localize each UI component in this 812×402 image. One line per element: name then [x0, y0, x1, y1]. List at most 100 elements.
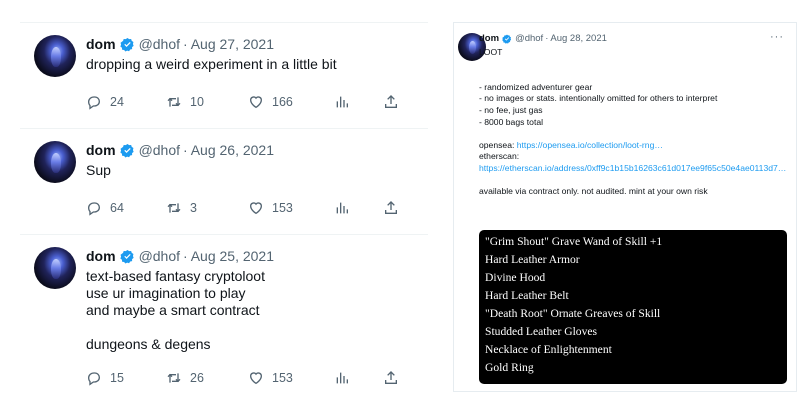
- loot-item: Necklace of Enlightenment: [485, 343, 612, 356]
- share-icon: [385, 95, 397, 108]
- action-bar: 24 10 166: [86, 93, 416, 111]
- reply-button[interactable]: 64: [86, 199, 124, 217]
- availability-text: available via contract only. not audited…: [479, 186, 708, 197]
- action-bar: 64 3 153: [86, 199, 416, 217]
- avatar[interactable]: [34, 141, 76, 183]
- bullet-line: - no images or stats. intentionally omit…: [479, 93, 718, 104]
- reply-icon: [87, 372, 101, 386]
- retweet-button[interactable]: 3: [166, 199, 197, 217]
- tweet-text: Sup: [86, 162, 111, 179]
- handle[interactable]: @dhof: [139, 142, 180, 158]
- like-count: 153: [272, 201, 293, 215]
- share-button[interactable]: [383, 199, 399, 217]
- heart-icon: [249, 96, 263, 109]
- tweet-line: dungeons & degens: [86, 336, 211, 352]
- etherscan-link[interactable]: https://etherscan.io/address/0xff9c1b15b…: [479, 163, 789, 175]
- tweet-line: text-based fantasy cryptoloot: [86, 268, 265, 284]
- tweet-date[interactable]: Aug 28, 2021: [550, 33, 607, 44]
- loot-item: Studded Leather Gloves: [485, 325, 598, 338]
- tweet-date[interactable]: Aug 26, 2021: [191, 142, 274, 158]
- reply-button[interactable]: 24: [86, 93, 124, 111]
- tweet-header: dom @dhof · Aug 25, 2021: [86, 248, 274, 264]
- views-button[interactable]: [334, 369, 350, 387]
- share-icon: [385, 201, 397, 214]
- loot-item: "Death Root" Ornate Greaves of Skill: [485, 307, 661, 320]
- verified-badge-icon: [119, 37, 134, 51]
- loot-item: Hard Leather Armor: [485, 253, 580, 266]
- reply-count: 64: [110, 201, 124, 215]
- share-button[interactable]: [383, 93, 399, 111]
- tweet[interactable]: dom @dhof · Aug 27, 2021 dropping a weir…: [20, 22, 428, 129]
- tweet-text: text-based fantasy cryptoloot use ur ima…: [86, 268, 265, 353]
- retweet-count: 3: [190, 201, 197, 215]
- display-name[interactable]: dom: [86, 248, 116, 264]
- bullet-line: - 8000 bags total: [479, 116, 544, 127]
- etherscan-label: etherscan:: [479, 151, 520, 162]
- retweet-count: 10: [190, 95, 204, 109]
- opensea-label: opensea:: [479, 139, 515, 150]
- avatar[interactable]: [34, 247, 76, 289]
- loot-item: "Grim Shout" Grave Wand of Skill +1: [485, 235, 663, 248]
- loot-item: Divine Hood: [485, 271, 546, 284]
- loot-item: Gold Ring: [485, 361, 534, 374]
- tweet-line: and maybe a smart contract: [86, 302, 260, 318]
- display-name[interactable]: dom: [479, 33, 499, 44]
- heart-icon: [249, 372, 263, 385]
- tweet-line: dropping a weird experiment in a little …: [86, 56, 337, 72]
- retweet-icon: [167, 203, 181, 213]
- views-chart-icon: [336, 202, 348, 214]
- bullet-line: - no fee, just gas: [479, 104, 543, 115]
- like-button[interactable]: 153: [248, 199, 293, 217]
- reply-button[interactable]: 15: [86, 369, 124, 387]
- display-name[interactable]: dom: [86, 142, 116, 158]
- like-button[interactable]: 166: [248, 93, 293, 111]
- share-icon: [385, 371, 397, 384]
- tweet-title: LOOT: [479, 47, 503, 57]
- views-button[interactable]: [334, 199, 350, 217]
- tweet-header: dom @dhof · Aug 28, 2021: [479, 33, 607, 44]
- display-name[interactable]: dom: [86, 36, 116, 52]
- verified-badge-icon: [119, 143, 134, 157]
- loot-item: Hard Leather Belt: [485, 289, 569, 302]
- reply-count: 24: [110, 95, 124, 109]
- opensea-link[interactable]: https://opensea.io/collection/loot-rng…: [517, 140, 663, 150]
- share-button[interactable]: [383, 369, 399, 387]
- handle[interactable]: @dhof: [139, 248, 180, 264]
- tweet-header: dom @dhof · Aug 27, 2021: [86, 36, 274, 52]
- like-count: 166: [272, 95, 293, 109]
- like-button[interactable]: 153: [248, 369, 293, 387]
- tweet[interactable]: dom @dhof · Aug 25, 2021 text-based fant…: [20, 235, 428, 402]
- reply-count: 15: [110, 371, 124, 385]
- tweet-text: dropping a weird experiment in a little …: [86, 56, 337, 73]
- tweet-line: Sup: [86, 162, 111, 178]
- retweet-button[interactable]: 26: [166, 369, 204, 387]
- bullet-line: - randomized adventurer gear: [479, 81, 593, 92]
- tweet-date[interactable]: Aug 27, 2021: [191, 36, 274, 52]
- reply-icon: [87, 202, 101, 216]
- more-options-icon[interactable]: ···: [770, 31, 784, 43]
- tweet[interactable]: dom @dhof · Aug 26, 2021 Sup 64 3 153: [20, 129, 428, 235]
- retweet-icon: [167, 97, 181, 107]
- verified-badge-icon: [502, 34, 512, 44]
- like-count: 153: [272, 371, 293, 385]
- views-button[interactable]: [334, 93, 350, 111]
- views-chart-icon: [336, 372, 348, 384]
- loot-tweet-card[interactable]: dom @dhof · Aug 28, 2021 ··· LOOT - rand…: [453, 22, 797, 392]
- retweet-button[interactable]: 10: [166, 93, 204, 111]
- loot-bag-image[interactable]: "Grim Shout" Grave Wand of Skill +1 Hard…: [479, 230, 787, 384]
- views-chart-icon: [336, 96, 348, 108]
- handle[interactable]: @dhof: [515, 33, 543, 44]
- retweet-icon: [167, 373, 181, 383]
- handle[interactable]: @dhof: [139, 36, 180, 52]
- separator-dot: ·: [183, 36, 188, 52]
- opensea-line: opensea: https://opensea.io/collection/l…: [479, 140, 789, 152]
- avatar[interactable]: [34, 35, 76, 77]
- tweet-header: dom @dhof · Aug 26, 2021: [86, 142, 274, 158]
- action-bar: 15 26 153: [86, 369, 416, 387]
- tweet-date[interactable]: Aug 25, 2021: [191, 248, 274, 264]
